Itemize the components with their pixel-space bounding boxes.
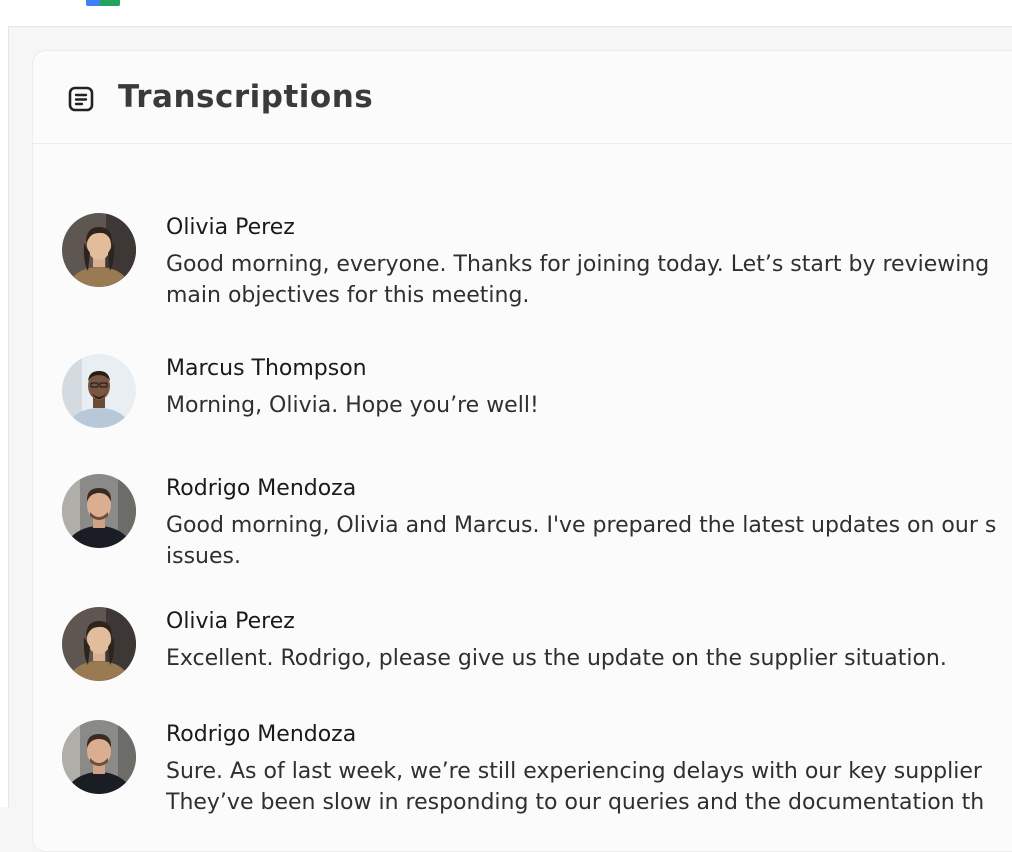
transcript-line: Good morning, Olivia and Marcus. I've pr…	[166, 513, 997, 538]
transcript-line: Good morning, everyone. Thanks for joini…	[166, 252, 990, 277]
transcript-text: Good morning, everyone. Thanks for joini…	[166, 249, 1012, 311]
avatar-rodrigo	[62, 474, 136, 548]
avatar-marcus	[62, 354, 136, 428]
transcript-line: main objectives for this meeting.	[166, 283, 530, 308]
speaker-name: Rodrigo Mendoza	[166, 722, 357, 747]
transcript-line: Sure. As of last week, we’re still exper…	[166, 759, 982, 784]
avatar-olivia	[62, 213, 136, 287]
transcript-line: issues.	[166, 544, 241, 569]
app-logo[interactable]	[86, 0, 122, 6]
avatar-rodrigo	[62, 720, 136, 794]
left-rail	[0, 26, 9, 807]
top-bar	[0, 0, 1012, 27]
speaker-name: Olivia Perez	[166, 215, 295, 240]
transcript-text: Good morning, Olivia and Marcus. I've pr…	[166, 510, 1012, 572]
transcript-line: Morning, Olivia. Hope you’re well!	[166, 393, 539, 418]
transcript-line: They’ve been slow in responding to our q…	[166, 790, 985, 815]
transcript-text: Excellent. Rodrigo, please give us the u…	[166, 643, 1012, 674]
avatar-olivia	[62, 607, 136, 681]
panel-header: Transcriptions	[33, 51, 1012, 144]
speaker-name: Rodrigo Mendoza	[166, 476, 357, 501]
speaker-name: Olivia Perez	[166, 609, 295, 634]
panel-title: Transcriptions	[118, 79, 374, 115]
document-lines-icon	[68, 86, 94, 112]
speaker-name: Marcus Thompson	[166, 356, 367, 381]
transcript-text: Sure. As of last week, we’re still exper…	[166, 756, 1012, 818]
transcript-line: Excellent. Rodrigo, please give us the u…	[166, 646, 947, 671]
transcript-text: Morning, Olivia. Hope you’re well!	[166, 390, 1012, 421]
